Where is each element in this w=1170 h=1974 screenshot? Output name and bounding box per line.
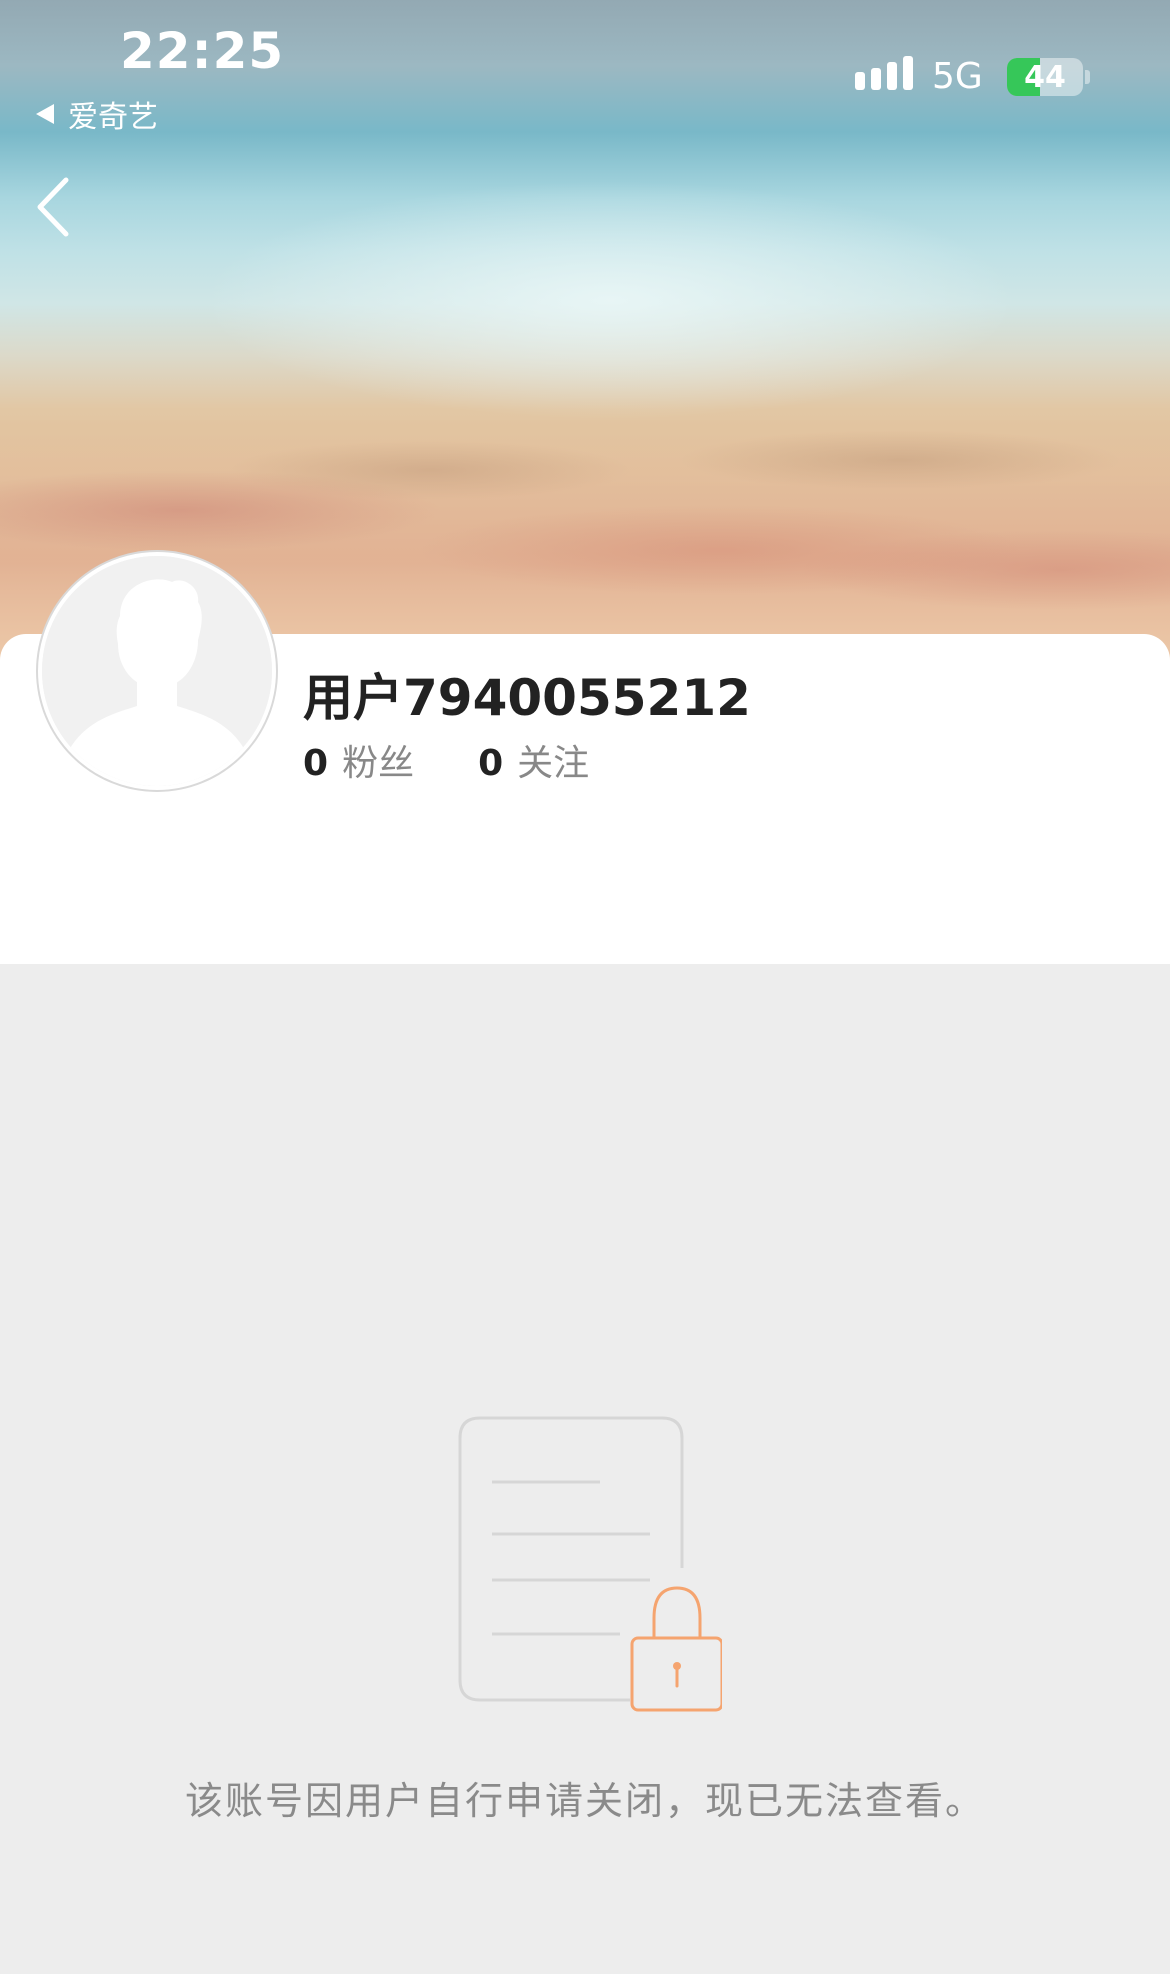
chevron-left-icon: [37, 177, 69, 237]
followers-stat[interactable]: 0 粉丝: [303, 734, 414, 786]
back-button[interactable]: [30, 172, 90, 242]
back-triangle-icon: [36, 104, 54, 124]
back-to-app-label: 爱奇艺: [68, 100, 158, 135]
back-to-app-link[interactable]: 爱奇艺: [36, 92, 158, 136]
following-stat[interactable]: 0 关注: [478, 734, 589, 786]
account-closed-message: 该账号因用户自行申请关闭，现已无法查看。: [184, 1779, 985, 1823]
following-label: 关注: [517, 743, 590, 784]
username: 用户7940055212: [303, 669, 751, 727]
locked-document-icon: [450, 1408, 724, 1712]
profile-screen: 22:25 爱奇艺 5G 44 用户7940055212 0 粉丝 0 关注 该…: [0, 0, 1170, 1974]
followers-label: 粉丝: [342, 743, 415, 784]
network-type: 5G: [932, 56, 983, 97]
battery-cap: [1085, 70, 1090, 84]
followers-count: 0: [303, 743, 329, 784]
battery-level: 44: [1024, 59, 1066, 95]
profile-stats: 0 粉丝 0 关注: [303, 734, 653, 786]
status-time: 22:25: [120, 22, 285, 80]
cover-glow: [200, 180, 1020, 420]
avatar[interactable]: [38, 552, 276, 790]
following-count: 0: [478, 743, 504, 784]
signal-strength-icon: [855, 56, 913, 90]
default-avatar-icon: [42, 556, 272, 786]
battery-icon: 44: [1007, 58, 1083, 96]
